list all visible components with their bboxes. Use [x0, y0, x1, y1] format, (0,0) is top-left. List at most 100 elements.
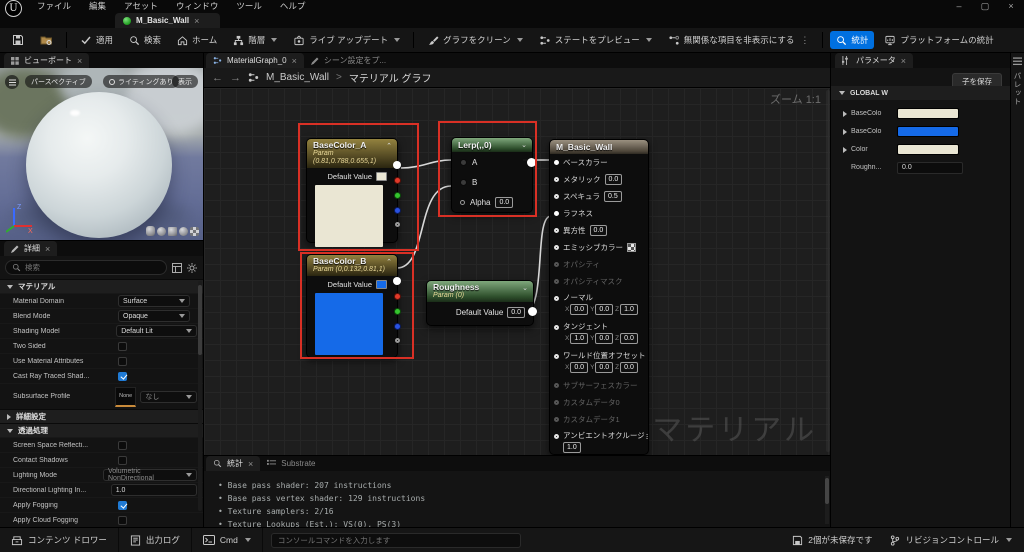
menu-window[interactable]: ウィンドウ — [167, 0, 228, 13]
param-group-global[interactable]: GLOBAL W — [831, 86, 1011, 100]
dock-list-icon[interactable] — [1013, 57, 1022, 66]
output-pin-g[interactable] — [394, 192, 401, 199]
section-material[interactable]: マテリアル — [0, 279, 203, 293]
sphere-preview-icon[interactable] — [157, 227, 166, 236]
section-translucency[interactable]: 透過処理 — [0, 423, 203, 437]
node-basecolor-b[interactable]: BaseColor_B Param (0,0.132,0.81,1) ⌃ Def… — [306, 254, 398, 358]
cube-preview-icon[interactable] — [168, 227, 177, 236]
tab-palette[interactable]: パレット — [1012, 72, 1023, 106]
apply-cloud-fogging-checkbox[interactable] — [118, 516, 127, 525]
cylinder-preview-icon[interactable] — [146, 226, 155, 236]
subsurface-profile-thumbnail[interactable]: None — [115, 387, 136, 407]
save-button[interactable] — [6, 31, 30, 49]
clean-graph-button[interactable]: グラフをクリーン — [421, 31, 529, 49]
output-pin-a[interactable] — [395, 338, 400, 343]
pin-base-color[interactable] — [554, 160, 559, 165]
pin-world-position-offset[interactable] — [554, 354, 559, 359]
pin-opacity[interactable] — [554, 262, 559, 267]
subsurface-profile-dropdown[interactable]: なし — [140, 391, 197, 403]
pin-emissive[interactable] — [554, 245, 559, 250]
pin-metallic[interactable] — [554, 177, 559, 182]
tab-scene-settings[interactable]: シーン設定をプ... — [304, 53, 393, 68]
section-advanced[interactable]: 詳細設定 — [0, 409, 203, 423]
close-window-button[interactable]: × — [998, 0, 1024, 13]
lighting-mode-dropdown[interactable]: Volumetric NonDirectional — [103, 469, 197, 481]
use-material-attributes-checkbox[interactable] — [118, 357, 127, 366]
apply-fogging-checkbox[interactable] — [118, 501, 127, 510]
material-graph-canvas[interactable]: ズーム 1:1 マテリアル BaseColor_A Param (0.81,0.… — [204, 88, 831, 455]
asset-tab-m-basic-wall[interactable]: M_Basic_Wall × — [115, 13, 220, 28]
material-domain-dropdown[interactable]: Surface — [118, 295, 190, 307]
details-search-box[interactable] — [5, 260, 167, 275]
collapse-icon[interactable]: ⌃ — [386, 258, 392, 266]
lit-mode-button[interactable]: ライティングあり — [103, 75, 179, 88]
blend-mode-dropdown[interactable]: Opaque — [118, 310, 190, 322]
output-pin-a[interactable] — [395, 222, 400, 227]
output-log-button[interactable]: 出力ログ — [119, 528, 192, 552]
basecolor-b-swatch[interactable] — [897, 126, 959, 137]
close-tab-icon[interactable]: × — [901, 56, 906, 66]
content-drawer-button[interactable]: コンテンツ ドロワー — [0, 528, 119, 552]
pin-opacity-mask[interactable] — [554, 279, 559, 284]
stats-scrollbar[interactable] — [825, 476, 829, 524]
node-basecolor-a[interactable]: BaseColor_A Param (0.81,0.788,0.655,1) ⌃… — [306, 138, 398, 243]
expander-icon[interactable] — [843, 147, 847, 153]
close-tab-icon[interactable]: × — [194, 16, 199, 26]
preview-state-button[interactable]: ステートをプレビュー — [533, 31, 658, 49]
expand-icon[interactable]: ⌄ — [522, 284, 528, 292]
unsaved-assets-button[interactable]: 2個が未保存です — [792, 534, 872, 546]
pin-specular[interactable] — [554, 194, 559, 199]
tab-stats[interactable]: 統計 × — [206, 456, 260, 471]
hierarchy-button[interactable]: 階層 — [227, 31, 283, 49]
output-pin[interactable] — [527, 158, 536, 167]
output-pin-b[interactable] — [394, 207, 401, 214]
close-tab-icon[interactable]: × — [45, 244, 50, 254]
custom-mesh-preview-icon[interactable] — [190, 227, 199, 236]
expander-icon[interactable] — [843, 111, 847, 117]
input-pin-alpha[interactable] — [460, 200, 465, 205]
alpha-value-box[interactable]: 0.0 — [495, 197, 513, 208]
directional-lighting-intensity-field[interactable]: 1.0 — [111, 484, 197, 496]
tab-viewport[interactable]: ビューポート × — [4, 53, 89, 68]
perspective-button[interactable]: パースペクティブ — [25, 75, 92, 88]
default-value-swatch[interactable] — [376, 280, 387, 289]
material-preview-viewport[interactable]: パースペクティブ ライティングあり 表示 Z X — [0, 68, 203, 240]
close-tab-icon[interactable]: × — [248, 459, 253, 469]
menu-file[interactable]: ファイル — [28, 0, 80, 13]
teapot-preview-icon[interactable] — [179, 227, 188, 236]
color-swatch[interactable] — [897, 144, 959, 155]
output-pin-rgb[interactable] — [393, 161, 401, 169]
collapse-icon[interactable]: ⌃ — [386, 142, 392, 150]
pin-anisotropy[interactable] — [554, 228, 559, 233]
node-lerp[interactable]: Lerp(,,0) ⌄ A B Alpha0.0 — [451, 137, 533, 213]
node-roughness[interactable]: Roughness Param (0) ⌄ Default Value 0.0 — [426, 280, 534, 326]
revision-control-button[interactable]: リビジョンコントロール — [890, 534, 1012, 546]
basecolor-a-swatch[interactable] — [897, 108, 959, 119]
emissive-swatch[interactable] — [627, 243, 636, 252]
tab-details[interactable]: 詳細 × — [4, 241, 57, 256]
ellipsis-icon[interactable]: ⋮ — [800, 35, 809, 46]
roughness-value-field[interactable]: 0.0 — [897, 162, 963, 174]
expander-icon[interactable] — [843, 129, 847, 135]
details-search-input[interactable] — [25, 263, 160, 272]
expand-icon[interactable]: ⌄ — [521, 141, 527, 149]
display-filter-icon[interactable] — [172, 263, 182, 273]
apply-button[interactable]: 適用 — [74, 31, 119, 49]
gear-icon[interactable] — [187, 263, 197, 273]
live-update-button[interactable]: ライブ アップデート — [287, 31, 406, 49]
details-scrollbar[interactable] — [198, 281, 202, 511]
viewport-menu-button[interactable] — [5, 75, 19, 89]
pin-custom-data-0[interactable] — [554, 400, 559, 405]
pin-tangent[interactable] — [554, 325, 559, 330]
output-pin[interactable] — [528, 307, 537, 316]
output-pin-b[interactable] — [394, 323, 401, 330]
output-pin-r[interactable] — [394, 293, 401, 300]
pin-roughness[interactable] — [554, 211, 559, 216]
input-pin-b[interactable] — [460, 179, 467, 186]
menu-help[interactable]: ヘルプ — [271, 0, 315, 13]
output-pin-g[interactable] — [394, 308, 401, 315]
minimize-button[interactable]: – — [946, 0, 972, 13]
pin-subsurface-color[interactable] — [554, 383, 559, 388]
maximize-button[interactable]: ▢ — [972, 0, 998, 13]
home-button[interactable]: ホーム — [171, 31, 223, 49]
